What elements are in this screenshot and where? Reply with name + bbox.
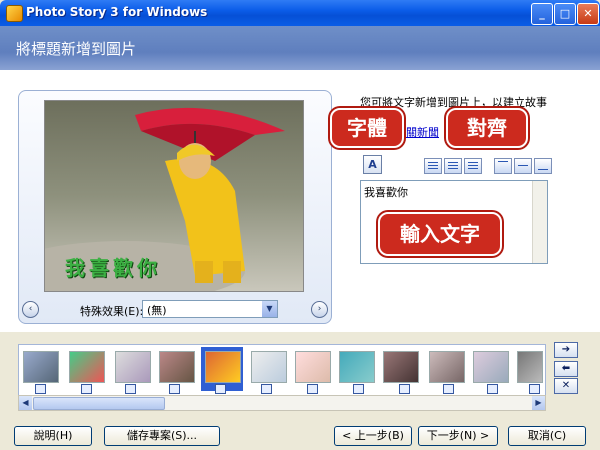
valign-middle-button[interactable] (514, 158, 532, 174)
minimize-button[interactable]: _ (531, 3, 553, 25)
photo-preview: 我喜歡你 (44, 100, 304, 292)
callout-align: 對齊 (446, 108, 528, 148)
close-button[interactable]: ✕ (577, 3, 599, 25)
next-button[interactable]: 下一步(N) > (418, 426, 498, 446)
effect-select[interactable]: (無) ▼ (142, 300, 278, 318)
edit-icon[interactable] (399, 384, 410, 394)
prev-photo-button[interactable]: ‹ (22, 301, 39, 318)
valign-bottom-button[interactable] (534, 158, 552, 174)
thumbnail[interactable] (383, 351, 419, 383)
align-center-button[interactable] (444, 158, 462, 174)
next-photo-button[interactable]: › (311, 301, 328, 318)
filmstrip[interactable] (18, 344, 546, 396)
app-icon (6, 5, 23, 22)
maximize-button[interactable]: □ (554, 3, 576, 25)
align-right-button[interactable] (464, 158, 482, 174)
page-title: 將標題新增到圖片 (16, 40, 137, 58)
filmstrip-scrollbar[interactable]: ◀ ▶ (18, 395, 546, 411)
photo-caption: 我喜歡你 (65, 256, 161, 280)
edit-icon[interactable] (81, 384, 92, 394)
text-scrollbar[interactable] (532, 181, 547, 263)
caption-text-value: 我喜歡你 (364, 186, 408, 199)
learn-more-link[interactable]: 關新聞 (406, 124, 439, 140)
photo-story-window: Photo Story 3 for Windows _ □ ✕ 將標題新增到圖片 (0, 0, 600, 450)
align-left-icon (428, 162, 438, 169)
move-right-button[interactable]: ➔ (554, 342, 578, 358)
edit-icon[interactable] (353, 384, 364, 394)
thumbnail[interactable] (429, 351, 465, 383)
move-left-button[interactable]: ⬅ (554, 361, 578, 377)
scroll-left-arrow[interactable]: ◀ (19, 396, 32, 410)
save-project-button[interactable]: 儲存專案(S)... (104, 426, 220, 446)
page-header: 將標題新增到圖片 (0, 26, 600, 70)
title-bar[interactable]: Photo Story 3 for Windows _ □ ✕ (0, 0, 600, 26)
thumbnail[interactable] (295, 351, 331, 383)
thumbnail[interactable] (115, 351, 151, 383)
edit-icon[interactable] (443, 384, 454, 394)
valign-bottom-icon (538, 169, 548, 171)
window-title: Photo Story 3 for Windows (26, 5, 208, 19)
valign-top-icon (498, 161, 508, 163)
thumbnail[interactable] (69, 351, 105, 383)
edit-icon[interactable] (169, 384, 180, 394)
thumbnail-selected[interactable] (205, 351, 241, 383)
valign-top-button[interactable] (494, 158, 512, 174)
edit-icon[interactable] (529, 384, 540, 394)
font-button[interactable]: A (363, 155, 382, 174)
scroll-right-arrow[interactable]: ▶ (532, 396, 545, 410)
align-right-icon (468, 162, 478, 169)
effect-value: (無) (147, 304, 167, 317)
thumbnail[interactable] (473, 351, 509, 383)
edit-icon[interactable] (261, 384, 272, 394)
thumbnail[interactable] (251, 351, 287, 383)
scroll-thumb[interactable] (33, 397, 165, 410)
align-left-button[interactable] (424, 158, 442, 174)
align-center-icon (448, 162, 458, 169)
cancel-button[interactable]: 取消(C) (508, 426, 586, 446)
effect-label: 特殊效果(E): (80, 305, 144, 318)
edit-icon[interactable] (215, 384, 226, 394)
help-button[interactable]: 說明(H) (14, 426, 92, 446)
edit-icon[interactable] (35, 384, 46, 394)
callout-input: 輸入文字 (378, 212, 502, 256)
back-button[interactable]: < 上一步(B) (334, 426, 412, 446)
callout-font: 字體 (330, 108, 404, 148)
remove-photo-button[interactable]: ✕ (554, 378, 578, 394)
chevron-down-icon[interactable]: ▼ (262, 301, 277, 317)
edit-icon[interactable] (125, 384, 136, 394)
thumbnail[interactable] (339, 351, 375, 383)
thumbnail[interactable] (159, 351, 195, 383)
edit-icon[interactable] (487, 384, 498, 394)
thumbnail[interactable] (517, 351, 543, 383)
thumbnail[interactable] (23, 351, 59, 383)
valign-middle-icon (518, 165, 528, 167)
edit-icon[interactable] (307, 384, 318, 394)
